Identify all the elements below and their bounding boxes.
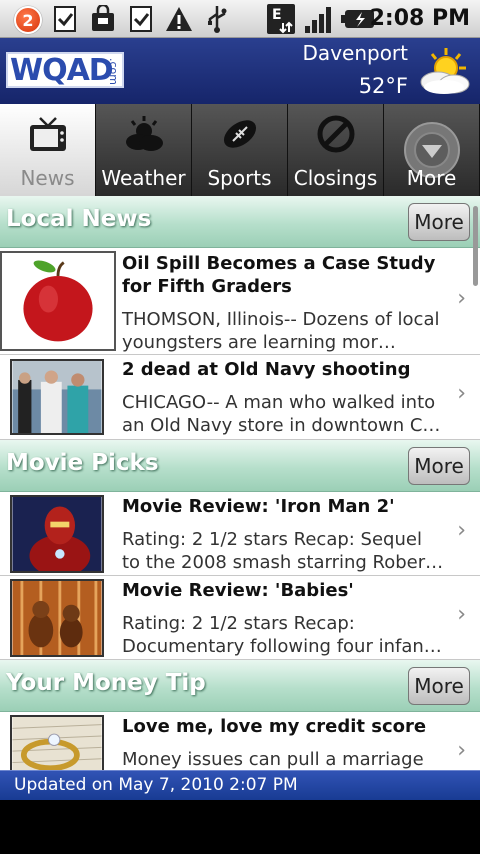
item-description: Rating: 2 1/2 stars Recap: Documentary f… (122, 613, 442, 657)
movie-picks-more-button[interactable]: More (408, 447, 470, 485)
item-description: Money issues can pull a marriage (122, 749, 424, 770)
logo-text: WQAD (10, 53, 114, 88)
tab-label: Sports (207, 166, 272, 190)
signal-icon (302, 4, 336, 34)
babies-thumbnail (10, 579, 104, 657)
news-content[interactable]: Local News More Oil Spill Becomes a Case… (0, 196, 480, 770)
notification-count: 2 (22, 10, 34, 30)
chevron-right-icon: › (457, 738, 466, 763)
clock: 2:08 PM (369, 6, 470, 31)
wqad-logo[interactable]: WQAD .com (6, 52, 124, 88)
section-title: Your Money Tip (6, 670, 206, 696)
list-item[interactable]: Love me, love my credit score Money issu… (0, 712, 480, 770)
updated-timestamp: Updated on May 7, 2010 2:07 PM (14, 775, 298, 795)
edge-data-icon: E (264, 4, 298, 34)
tab-more[interactable]: More (384, 104, 480, 196)
list-item[interactable]: Movie Review: 'Babies' Rating: 2 1/2 sta… (0, 576, 480, 660)
chevron-right-icon: › (457, 518, 466, 543)
tab-bar: News Weather Sports Closings More (0, 104, 480, 196)
football-icon (220, 114, 260, 154)
no-entry-icon (316, 114, 356, 154)
section-header-money-tip: Your Money Tip More (0, 660, 480, 712)
usb-icon (202, 4, 232, 34)
list-item[interactable]: Oil Spill Becomes a Case Study for Fifth… (0, 248, 480, 355)
item-title: Movie Review: 'Iron Man 2' (122, 496, 395, 517)
weather-city: Davenport (302, 41, 408, 65)
item-description: CHICAGO-- A man who walked into an Old N… (122, 392, 441, 436)
update-footer: Updated on May 7, 2010 2:07 PM (0, 770, 480, 800)
task-check-icon (50, 4, 80, 34)
partly-cloudy-icon[interactable] (416, 46, 472, 96)
warning-icon (164, 4, 194, 34)
chevron-right-icon: › (457, 602, 466, 627)
item-description: THOMSON, Illinois-- Dozens of local youn… (122, 309, 440, 353)
tab-label: More (406, 166, 457, 190)
local-news-more-button[interactable]: More (408, 203, 470, 241)
item-title: 2 dead at Old Navy shooting (122, 359, 411, 380)
scrollbar[interactable] (473, 206, 478, 286)
item-title: Oil Spill Becomes a Case Study for Fifth… (122, 253, 436, 297)
iron-man-thumbnail (10, 495, 104, 573)
tab-label: Weather (101, 166, 186, 190)
shooting-thumbnail (10, 359, 104, 435)
bag-icon (88, 4, 118, 34)
chevron-right-icon: › (457, 381, 466, 406)
tab-news[interactable]: News (0, 104, 96, 196)
item-title: Love me, love my credit score (122, 716, 427, 737)
apple-thumbnail (0, 251, 116, 351)
tab-weather[interactable]: Weather (96, 104, 192, 196)
ring-thumbnail (10, 715, 104, 770)
chevron-right-icon: › (457, 286, 466, 311)
tab-closings[interactable]: Closings (288, 104, 384, 196)
list-item[interactable]: Movie Review: 'Iron Man 2' Rating: 2 1/2… (0, 492, 480, 576)
weather-temperature: 52°F (358, 74, 408, 98)
tab-label: Closings (293, 166, 378, 190)
item-title: Movie Review: 'Babies' (122, 580, 354, 601)
list-item[interactable]: 2 dead at Old Navy shooting CHICAGO-- A … (0, 355, 480, 440)
section-header-local-news: Local News More (0, 196, 480, 248)
app-header: WQAD .com Davenport 52°F (0, 38, 480, 104)
tab-label: News (20, 166, 75, 190)
svg-text:E: E (272, 7, 282, 23)
cloud-icon (124, 114, 164, 154)
section-title: Local News (6, 206, 152, 232)
item-description: Rating: 2 1/2 stars Recap: Sequel to the… (122, 529, 444, 573)
money-tip-more-button[interactable]: More (408, 667, 470, 705)
logo-suffix: .com (107, 58, 120, 85)
notification-badge[interactable]: 2 (14, 6, 42, 34)
tab-sports[interactable]: Sports (192, 104, 288, 196)
tv-icon (28, 114, 68, 154)
task-check-icon (126, 4, 156, 34)
status-bar: 2 E 2:08 PM (0, 0, 480, 38)
section-header-movie-picks: Movie Picks More (0, 440, 480, 492)
section-title: Movie Picks (6, 450, 159, 476)
